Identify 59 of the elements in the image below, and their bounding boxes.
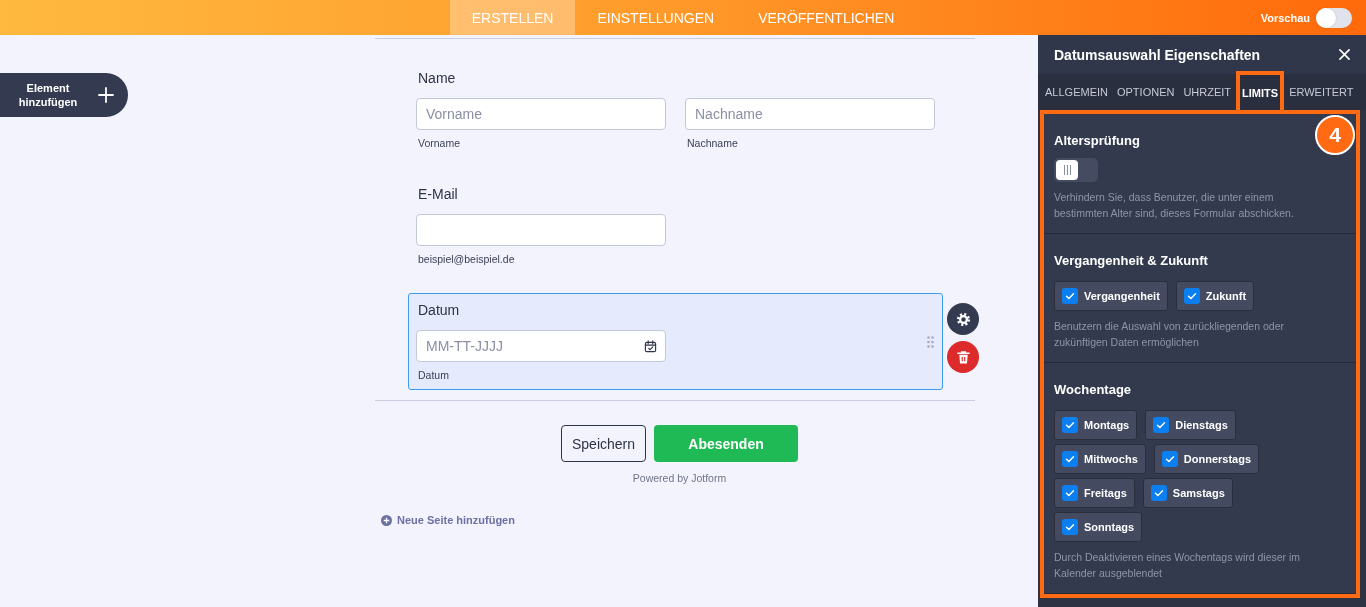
panel-tab[interactable]: ERWEITERT [1285, 74, 1358, 110]
plus-icon [98, 87, 114, 103]
drag-handle-icon[interactable] [927, 336, 934, 348]
panel-tab[interactable]: UHRZEIT [1179, 74, 1236, 110]
powered-by-text: Powered by Jotform [631, 472, 727, 484]
checkbox-option[interactable]: Vergangenheit [1054, 281, 1168, 311]
form-field[interactable]: E-Mail beispiel@beispiel.de [408, 177, 943, 274]
plus-circle-icon [381, 514, 392, 526]
close-icon[interactable] [1339, 49, 1350, 60]
age-check-toggle[interactable] [1054, 158, 1098, 182]
checkbox-option[interactable]: Zukunft [1175, 281, 1255, 311]
checkbox[interactable] [1062, 288, 1078, 304]
checkbox-option[interactable]: Dienstags [1145, 410, 1236, 440]
text-input-field[interactable]: Nachname [685, 98, 935, 130]
form-field[interactable]: Name Vorname Vorname Nachname Nachname [408, 61, 943, 158]
save-button[interactable]: Speichern [560, 425, 646, 462]
field-label: E-Mail [418, 186, 458, 203]
checkbox[interactable] [1062, 485, 1078, 501]
section-title: Altersprüfung [1054, 133, 1140, 149]
field-label: Datum [418, 302, 460, 319]
section-title: Wochentage [1054, 382, 1132, 398]
step-badge: 4 [1315, 115, 1355, 155]
email-input-field[interactable] [416, 214, 666, 246]
section-title: Vergangenheit & Zukunft [1054, 253, 1208, 269]
checkbox-option[interactable]: Sonntags [1054, 512, 1143, 542]
trash-icon [955, 349, 971, 365]
checkbox[interactable] [1153, 417, 1170, 433]
settings-icon [955, 311, 971, 327]
delete-button[interactable] [947, 341, 979, 373]
panel-tab[interactable]: ALLGEMEIN [1041, 74, 1112, 110]
preview-toggle[interactable] [1316, 7, 1352, 28]
date-input-field[interactable]: MM-TT-JJJJ [416, 330, 666, 362]
checkbox-option[interactable]: Freitags [1054, 478, 1135, 508]
checkbox[interactable] [1150, 485, 1167, 501]
checkbox-option[interactable]: Samstags [1142, 478, 1233, 508]
checkbox[interactable] [1062, 417, 1078, 433]
field-label: Name [418, 70, 456, 87]
field-sublabel: Nachname [687, 137, 738, 150]
checkbox[interactable] [1062, 519, 1078, 535]
preview-label: Vorschau [1260, 11, 1310, 24]
checkbox-option[interactable]: Mittwochs [1054, 444, 1146, 474]
checkbox-option[interactable]: Montags [1054, 410, 1138, 440]
add-element-button[interactable]: Element hinzufügen [0, 73, 128, 117]
checkbox[interactable] [1062, 451, 1078, 467]
settings-button[interactable] [947, 303, 979, 335]
field-sublabel: Datum [418, 369, 449, 382]
panel-tab[interactable]: OPTIONEN [1112, 74, 1179, 110]
checkbox[interactable] [1183, 288, 1200, 304]
add-page-button[interactable]: Neue Seite hinzufügen [381, 514, 515, 526]
section-description: Verhindern Sie, dass Benutzer, die unter einem bestimmten Alter sind, dieses Formular abschicken. [1054, 190, 1295, 221]
checkbox[interactable] [1161, 451, 1178, 467]
text-input-field[interactable]: Vorname [416, 98, 666, 130]
panel-title: Datumsauswahl Eigenschaften [1054, 46, 1261, 63]
field-sublabel: beispiel@beispiel.de [418, 253, 515, 266]
checkbox-option[interactable]: Donnerstags [1153, 444, 1260, 474]
section-description: Durch Deaktivieren eines Wochentags wird dieser im Kalender ausgeblendet [1054, 550, 1302, 581]
section-description: Benutzern die Auswahl von zurückliegenden oder zukünftigen Daten ermöglichen [1054, 319, 1285, 350]
calendar-icon[interactable] [644, 339, 657, 353]
field-sublabel: Vorname [418, 137, 461, 150]
